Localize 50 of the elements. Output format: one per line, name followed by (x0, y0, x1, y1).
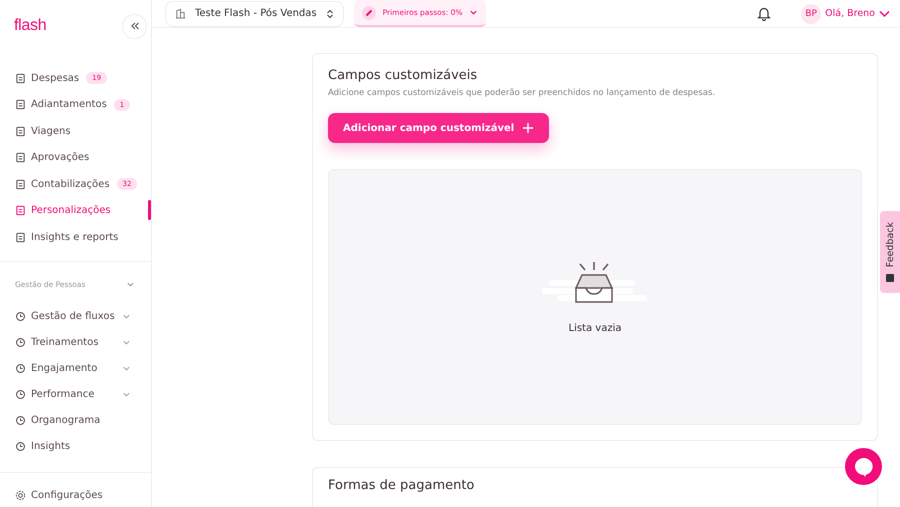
company-selector[interactable]: Teste Flash - Pós Vendas (165, 0, 344, 26)
speech-bubble-icon (852, 456, 874, 478)
feedback-tab[interactable]: Feedback (880, 211, 900, 293)
menu-item-icon (15, 311, 26, 322)
add-custom-field-button[interactable]: Adicionar campo customizável (328, 113, 550, 143)
plus-icon (522, 122, 534, 134)
collapse-sidebar-button[interactable] (122, 14, 147, 38)
chevron-down-icon (122, 364, 131, 373)
chevron-down-icon (122, 338, 131, 347)
feedback-icon (886, 274, 894, 282)
sidebar-item[interactable]: Personalizações (0, 198, 151, 224)
building-icon (175, 8, 186, 19)
user-menu[interactable]: Olá, Breno (825, 8, 890, 19)
menu-item-icon (15, 126, 26, 137)
menu-item-icon (15, 178, 26, 190)
sidebar-item[interactable]: Engajamento (0, 356, 151, 382)
menu-item-icon (15, 415, 26, 426)
double-chevron-left-icon (130, 21, 140, 31)
menu-item-icon (15, 363, 26, 374)
chat-button[interactable] (845, 448, 882, 485)
menu-item-icon (15, 205, 26, 216)
sidebar-item[interactable]: Aprovações (0, 144, 151, 171)
card-title: Campos customizáveis (328, 68, 478, 83)
card-description: Adicione campos customizáveis que poderão ser preenchidos no lançamento de despesas. (328, 88, 716, 98)
menu-item-icon (15, 389, 26, 400)
chevron-down-icon (122, 312, 131, 321)
menu-item-icon (15, 337, 26, 348)
menu-item-icon (15, 152, 26, 164)
chevron-down-icon (122, 390, 131, 399)
card-title: Formas de pagamento (328, 478, 474, 493)
sidebar-item[interactable]: Gestão de fluxos (0, 304, 151, 330)
menu-item-icon (15, 72, 26, 84)
menu-item-icon (15, 232, 26, 243)
sidebar-item[interactable]: Viagens (0, 118, 151, 144)
menu-item-icon (15, 441, 26, 452)
bell-icon[interactable] (757, 6, 772, 21)
sort-icon (326, 8, 334, 18)
sidebar-item[interactable]: Organograma (0, 408, 151, 434)
chevron-down-icon (879, 9, 890, 18)
sidebar-item[interactable]: Performance (0, 382, 151, 408)
chevron-down-icon (469, 8, 478, 17)
sidebar-item[interactable]: Insights (0, 434, 151, 460)
gear-icon (15, 490, 26, 502)
sidebar-item[interactable]: Insights e reports (0, 224, 151, 250)
sidebar-item[interactable]: Configurações (0, 482, 151, 507)
menu-item-icon (15, 99, 26, 110)
empty-state-text: Lista vazia (568, 322, 622, 334)
chevron-down-icon (126, 280, 135, 289)
sidebar-item[interactable]: Treinamentos (0, 330, 151, 356)
flash-logo[interactable]: flash (14, 17, 46, 35)
